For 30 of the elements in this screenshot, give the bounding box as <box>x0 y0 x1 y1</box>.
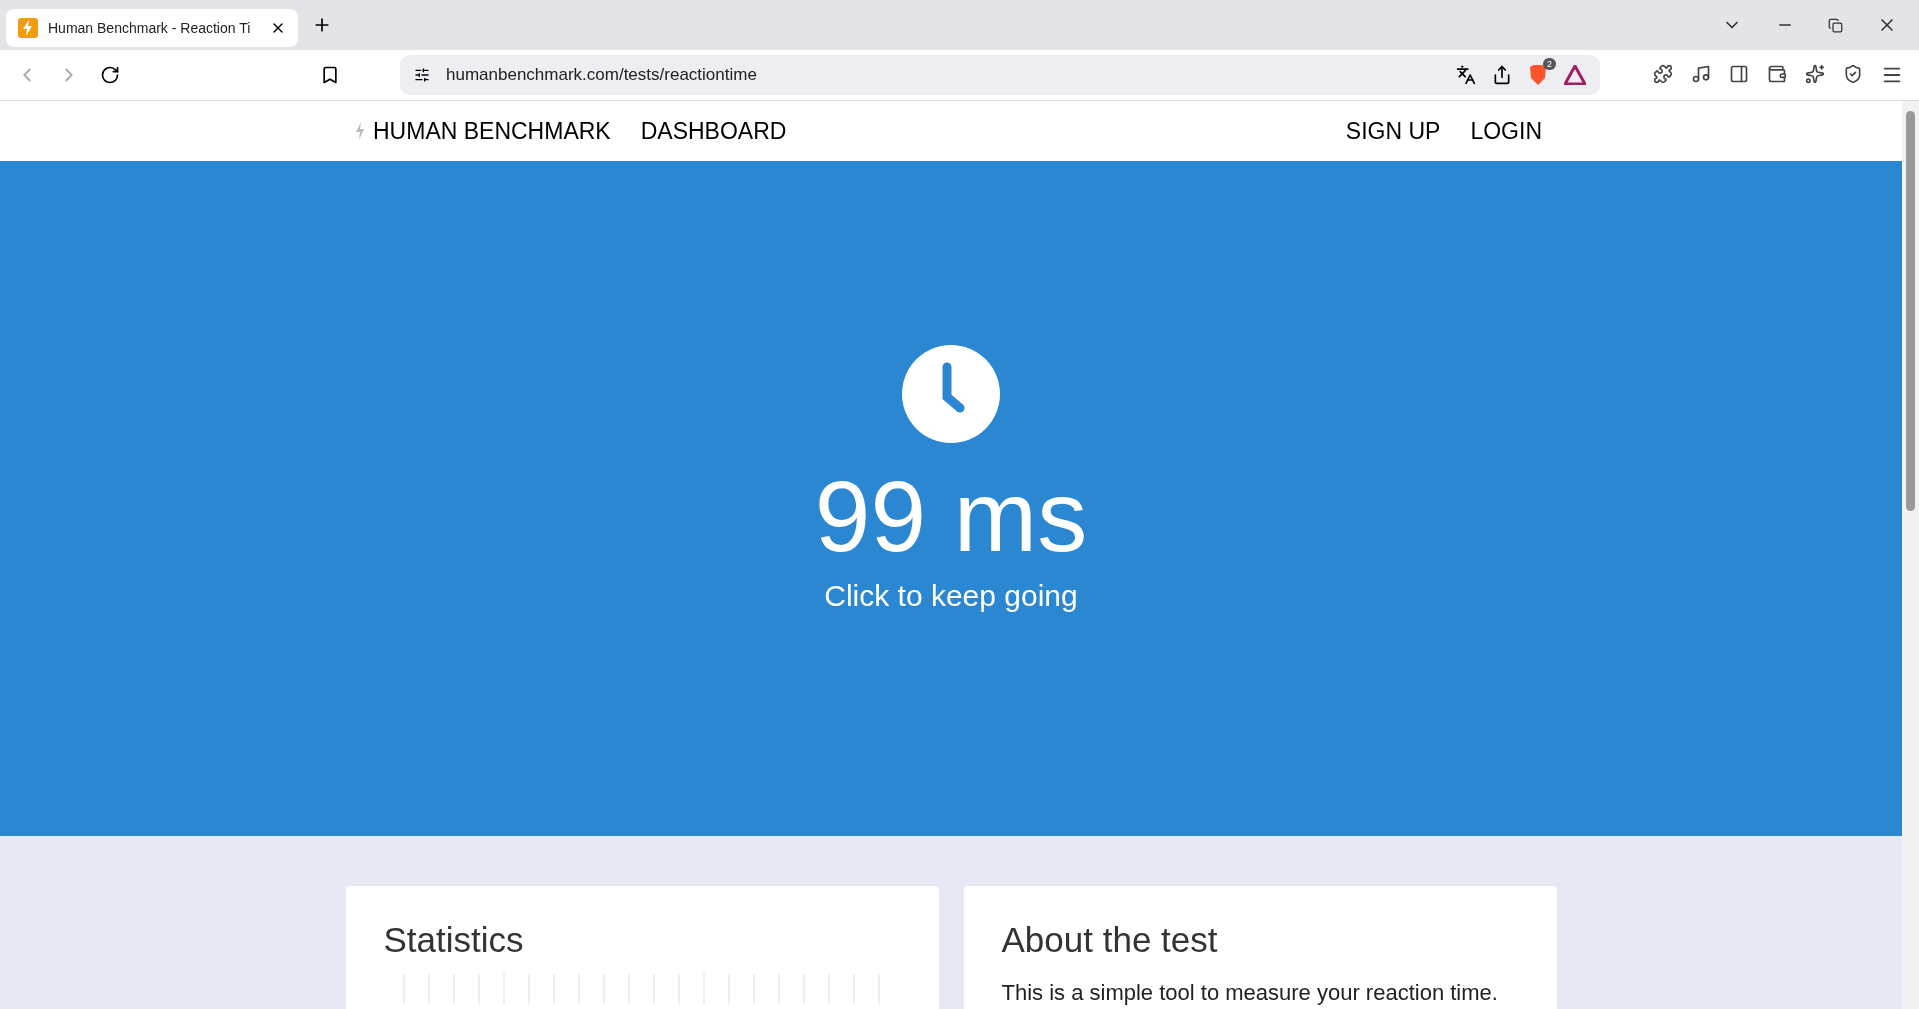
share-icon[interactable] <box>1492 65 1512 85</box>
lion-shield-icon[interactable] <box>1528 64 1548 86</box>
reload-icon[interactable] <box>100 65 120 85</box>
brand-link[interactable]: HUMAN BENCHMARK <box>355 117 611 145</box>
card-text: This is a simple tool to measure your reaction time. <box>1001 980 1499 1006</box>
sparkle-icon[interactable] <box>1805 64 1825 86</box>
address-field[interactable]: humanbenchmark.com/tests/reactiontime 2 <box>400 55 1600 95</box>
puzzle-icon[interactable] <box>1653 64 1673 86</box>
count-badge: 2 <box>1543 58 1556 70</box>
restore-icon[interactable] <box>1828 17 1843 33</box>
clock-icon <box>902 344 1000 443</box>
settings-sliders-icon[interactable] <box>414 67 430 83</box>
result-text: 99 ms <box>814 460 1088 571</box>
triangle-icon[interactable] <box>1564 65 1586 85</box>
tab-title: Human Benchmark - Reaction Ti <box>48 20 252 36</box>
card-title: About the test <box>1001 920 1219 960</box>
test-area[interactable]: 99 ms Click to keep going <box>0 161 1902 836</box>
shield-icon[interactable] <box>1843 64 1863 86</box>
nav-link[interactable]: DASHBOARD <box>640 117 787 145</box>
translate-icon[interactable] <box>1456 65 1476 85</box>
url-text: humanbenchmark.com/tests/reactiontime <box>446 65 758 85</box>
browser-tab[interactable]: Human Benchmark - Reaction Ti <box>6 9 298 47</box>
scrollbar-thumb[interactable] <box>1906 111 1915 511</box>
prompt-text: Click to keep going <box>824 578 1078 613</box>
bookmark-icon[interactable] <box>320 65 340 85</box>
lightning-icon <box>355 122 365 140</box>
lightning-icon <box>18 18 38 38</box>
card-title: Statistics <box>383 920 525 960</box>
nav-link[interactable]: SIGN UP <box>1345 117 1441 145</box>
nav-link[interactable]: LOGIN <box>1470 117 1542 145</box>
